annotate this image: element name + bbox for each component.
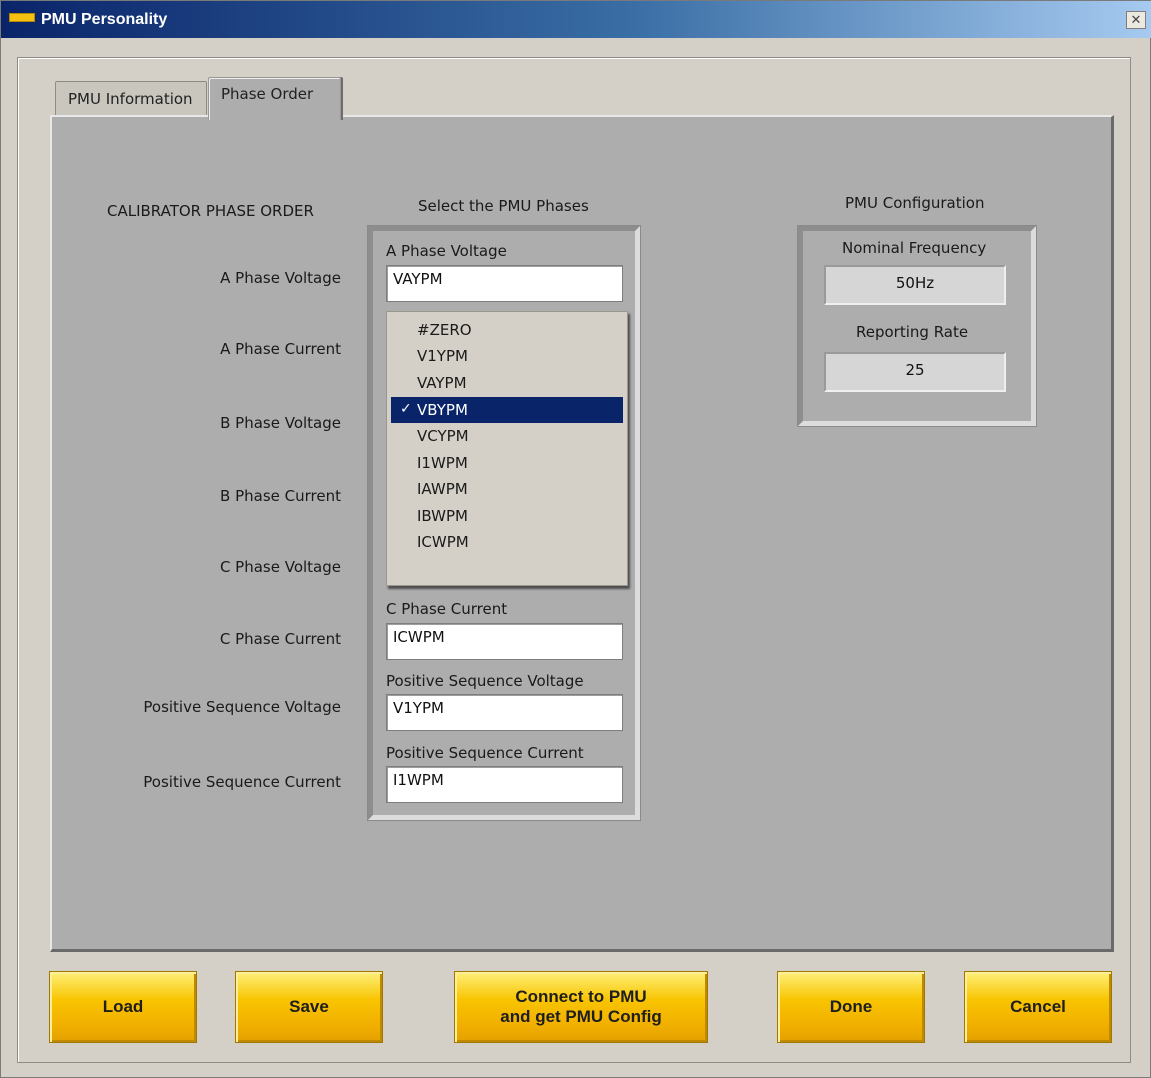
dropdown-option[interactable]: VAYPM	[391, 370, 623, 396]
app-logo-icon	[9, 13, 35, 22]
row-label-b-phase-voltage: B Phase Voltage	[220, 414, 341, 432]
pmu-config-heading: PMU Configuration	[845, 194, 985, 212]
dropdown-option[interactable]: I1WPM	[391, 450, 623, 476]
connect-button-line-1: Connect to PMU	[515, 986, 647, 1006]
close-button[interactable]: ✕	[1126, 11, 1146, 29]
pmu-phases-heading: Select the PMU Phases	[418, 197, 589, 215]
field-label-positive-sequence-voltage: Positive Sequence Voltage	[386, 672, 584, 690]
reporting-rate-label: Reporting Rate	[856, 323, 969, 341]
c-phase-current-field[interactable]: ICWPM	[386, 623, 623, 660]
dropdown-option[interactable]: ICWPM	[391, 529, 623, 555]
tab-pmu-information[interactable]: PMU Information	[55, 81, 207, 119]
calibrator-heading: CALIBRATOR PHASE ORDER	[107, 202, 314, 220]
dropdown-option-label: VBYPM	[417, 401, 468, 419]
load-button[interactable]: Load	[49, 971, 197, 1043]
field-label-c-phase-current: C Phase Current	[386, 600, 508, 618]
close-icon: ✕	[1130, 12, 1142, 28]
title-bar[interactable]: PMU Personality ✕	[1, 1, 1151, 38]
row-label-positive-sequence-voltage: Positive Sequence Voltage	[143, 698, 341, 716]
pmu-personality-window: PMU Personality ✕ PMU Information Phase …	[0, 0, 1151, 1078]
reporting-rate-value: 25	[824, 352, 1006, 392]
positive-sequence-voltage-field[interactable]: V1YPM	[386, 694, 623, 731]
dropdown-option[interactable]: #ZERO	[391, 317, 623, 343]
connect-button-line-2: and get PMU Config	[500, 1007, 662, 1026]
tab-phase-order[interactable]: Phase Order	[208, 77, 341, 120]
field-label-positive-sequence-current: Positive Sequence Current	[386, 744, 584, 762]
row-label-a-phase-current: A Phase Current	[220, 340, 341, 358]
cancel-button[interactable]: Cancel	[964, 971, 1112, 1043]
done-button[interactable]: Done	[777, 971, 925, 1043]
nominal-frequency-value: 50Hz	[824, 265, 1006, 305]
nominal-frequency-label: Nominal Frequency	[842, 239, 987, 257]
row-label-c-phase-current: C Phase Current	[219, 630, 341, 648]
dropdown-option[interactable]: VCYPM	[391, 423, 623, 449]
row-label-positive-sequence-current: Positive Sequence Current	[143, 773, 341, 791]
dropdown-option[interactable]: IBWPM	[391, 503, 623, 529]
row-label-c-phase-voltage: C Phase Voltage	[219, 558, 341, 576]
checkmark-icon: ✓	[400, 401, 412, 417]
dropdown-option[interactable]: IAWPM	[391, 476, 623, 502]
positive-sequence-current-field[interactable]: I1WPM	[386, 766, 623, 803]
save-button[interactable]: Save	[235, 971, 383, 1043]
row-label-a-phase-voltage: A Phase Voltage	[220, 269, 341, 287]
connect-to-pmu-button[interactable]: Connect to PMU and get PMU Config	[454, 971, 708, 1043]
row-label-b-phase-current: B Phase Current	[220, 487, 341, 505]
dropdown-option-selected[interactable]: ✓ VBYPM	[391, 397, 623, 423]
window-title: PMU Personality	[41, 11, 168, 28]
phase-dropdown-list[interactable]: #ZERO V1YPM VAYPM ✓ VBYPM VCYPM I1WPM IA…	[386, 311, 628, 586]
a-phase-voltage-field[interactable]: VAYPM	[386, 265, 623, 302]
field-label-a-phase-voltage: A Phase Voltage	[386, 242, 507, 260]
dropdown-option[interactable]: V1YPM	[391, 343, 623, 369]
